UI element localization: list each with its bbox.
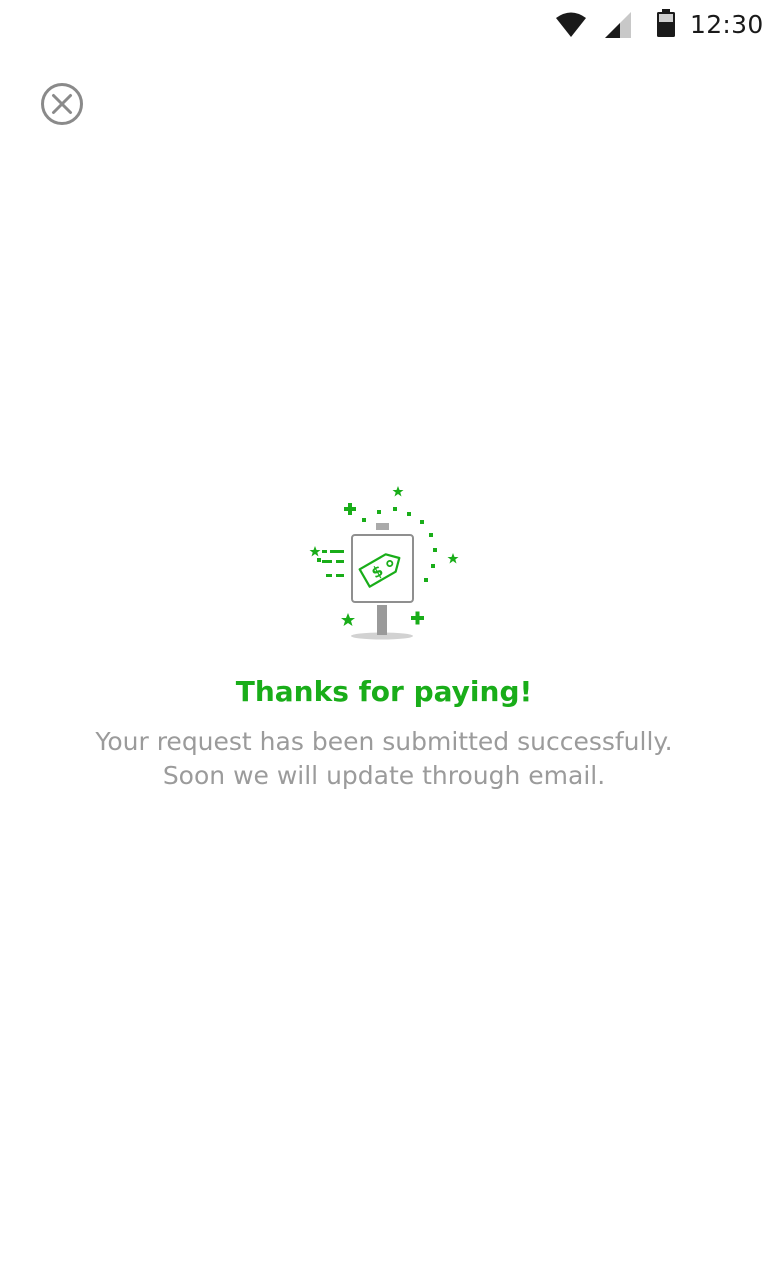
battery-icon <box>657 9 675 37</box>
close-circle-icon <box>41 83 83 125</box>
price-tag-sign-icon: $ <box>309 486 459 640</box>
confirmation-message-line-2: Soon we will update through email. <box>162 761 606 790</box>
cellular-signal-icon <box>605 12 631 38</box>
confirmation-title: Thanks for paying! <box>235 675 533 708</box>
status-time: 12:30 <box>690 10 764 39</box>
close-button[interactable] <box>38 81 86 129</box>
confirmation-message-line-1: Your request has been submitted successf… <box>95 727 673 756</box>
wifi-icon <box>556 12 586 37</box>
confirmation-message: Your request has been submitted successf… <box>0 725 768 793</box>
status-bar: 12:30 <box>0 0 768 50</box>
